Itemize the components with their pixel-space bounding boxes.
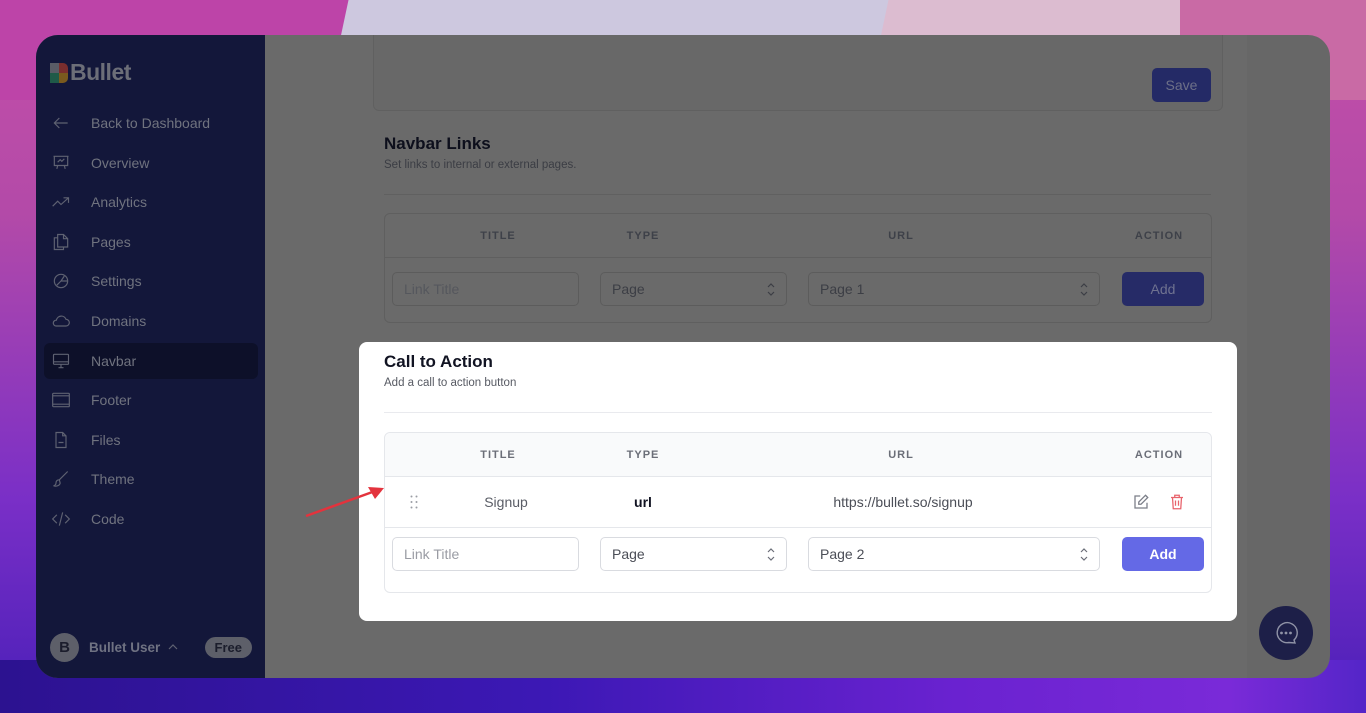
bullet-logo-icon <box>50 62 68 83</box>
select-arrows-icon <box>767 283 775 296</box>
trending-up-icon <box>50 191 72 213</box>
column-url: URL <box>888 229 914 242</box>
sidebar-item-back-to-dashboard[interactable]: Back to Dashboard <box>44 105 258 141</box>
type-select[interactable]: Page <box>600 272 787 306</box>
row-url: https://bullet.so/signup <box>833 494 973 510</box>
user-name: Bullet User <box>89 639 161 655</box>
gear-icon <box>50 270 72 292</box>
drag-handle-icon[interactable] <box>410 495 418 509</box>
arrow-left-icon <box>50 112 72 134</box>
sidebar-item-navbar[interactable]: Navbar <box>44 342 258 379</box>
chevron-up-icon <box>168 644 178 650</box>
divider <box>384 194 1211 195</box>
desktop-icon <box>50 350 72 372</box>
column-type: TYPE <box>626 229 660 242</box>
type-select-value: Page <box>612 281 645 297</box>
url-select[interactable]: Page 1 <box>808 272 1100 306</box>
chat-bubble-icon <box>1276 621 1298 644</box>
link-title-input[interactable]: Link Title <box>392 272 579 306</box>
brand-logo[interactable]: Bullet <box>50 59 131 86</box>
row-type: url <box>634 494 652 510</box>
column-type: TYPE <box>626 448 660 461</box>
column-action: ACTION <box>1134 448 1184 461</box>
navbar-links-title: Navbar Links <box>384 134 491 153</box>
sidebar-item-label: Settings <box>91 273 142 290</box>
divider <box>384 412 1212 413</box>
call-to-action-title: Call to Action <box>384 352 493 371</box>
sidebar-item-analytics[interactable]: Analytics <box>44 184 258 220</box>
select-arrows-icon <box>1080 548 1088 561</box>
cloud-icon <box>50 310 72 332</box>
sidebar-item-label: Domains <box>91 312 147 329</box>
sidebar-item-pages[interactable]: Pages <box>44 224 258 260</box>
type-select-value: Page <box>612 546 645 562</box>
window-icon <box>50 389 72 411</box>
sidebar-item-label: Theme <box>91 471 135 488</box>
edit-icon[interactable] <box>1131 492 1151 512</box>
sidebar-item-domains[interactable]: Domains <box>44 303 258 339</box>
table-row: Signup url https://bullet.so/signup <box>385 477 1211 528</box>
sidebar-item-label: Footer <box>91 392 132 409</box>
trash-icon[interactable] <box>1167 492 1187 512</box>
sidebar-item-label: Overview <box>91 154 150 171</box>
chat-support-button[interactable] <box>1259 606 1313 660</box>
file-icon <box>50 429 72 451</box>
brush-icon <box>50 468 72 490</box>
sidebar: Bullet Back to Dashboard Overview Analyt… <box>36 35 265 678</box>
sidebar-item-theme[interactable]: Theme <box>44 461 258 497</box>
sidebar-item-overview[interactable]: Overview <box>44 145 258 181</box>
table-header: TITLE TYPE URL ACTION <box>385 433 1211 477</box>
annotation-arrow <box>305 487 384 518</box>
link-title-input[interactable]: Link Title <box>392 537 579 571</box>
navbar-links-table: TITLE TYPE URL ACTION Link Title Page Pa… <box>384 213 1212 323</box>
sidebar-item-label: Navbar <box>91 352 137 369</box>
sidebar-item-settings[interactable]: Settings <box>44 263 258 299</box>
sidebar-item-footer[interactable]: Footer <box>44 382 258 418</box>
url-select-value: Page 2 <box>820 546 865 562</box>
select-arrows-icon <box>767 548 775 561</box>
table-header: TITLE TYPE URL ACTION <box>385 214 1211 258</box>
sidebar-item-label: Analytics <box>91 194 148 211</box>
add-link-form: Link Title Page Page 1 Add <box>385 258 1211 322</box>
settings-card: Save <box>373 35 1223 111</box>
documents-icon <box>50 231 72 253</box>
call-to-action-panel: Call to Action Add a call to action butt… <box>359 342 1237 621</box>
avatar: B <box>50 632 79 662</box>
url-select[interactable]: Page 2 <box>808 537 1100 571</box>
save-button[interactable]: Save <box>1152 68 1211 102</box>
sidebar-item-label: Back to Dashboard <box>91 115 211 131</box>
sidebar-nav: Back to Dashboard Overview Analytics Pag… <box>44 105 258 541</box>
brand-name: Bullet <box>70 59 131 85</box>
select-arrows-icon <box>1080 283 1088 296</box>
add-cta-button[interactable]: Add <box>1122 537 1204 571</box>
sidebar-item-label: Files <box>91 431 121 448</box>
presentation-chart-icon <box>50 152 72 174</box>
user-menu[interactable]: B Bullet User Free <box>50 632 252 662</box>
add-cta-form: Link Title Page Page 2 Add <box>385 528 1211 592</box>
sidebar-item-label: Pages <box>91 233 131 250</box>
code-icon <box>50 508 72 530</box>
sidebar-item-code[interactable]: Code <box>44 501 258 537</box>
column-title: TITLE <box>480 448 516 461</box>
navbar-links-subtitle: Set links to internal or external pages. <box>384 159 577 171</box>
add-link-button[interactable]: Add <box>1122 272 1204 306</box>
call-to-action-table: TITLE TYPE URL ACTION Signup url https:/… <box>384 432 1212 593</box>
call-to-action-subtitle: Add a call to action button <box>384 377 517 389</box>
column-url: URL <box>888 448 914 461</box>
sidebar-item-label: Code <box>91 510 125 527</box>
column-title: TITLE <box>480 229 516 242</box>
plan-badge: Free <box>204 636 252 658</box>
url-select-value: Page 1 <box>820 281 865 297</box>
type-select[interactable]: Page <box>600 537 787 571</box>
app-window: Bullet Back to Dashboard Overview Analyt… <box>36 35 1330 678</box>
row-title: Signup <box>484 494 528 510</box>
sidebar-item-files[interactable]: Files <box>44 422 258 458</box>
column-action: ACTION <box>1134 229 1184 242</box>
